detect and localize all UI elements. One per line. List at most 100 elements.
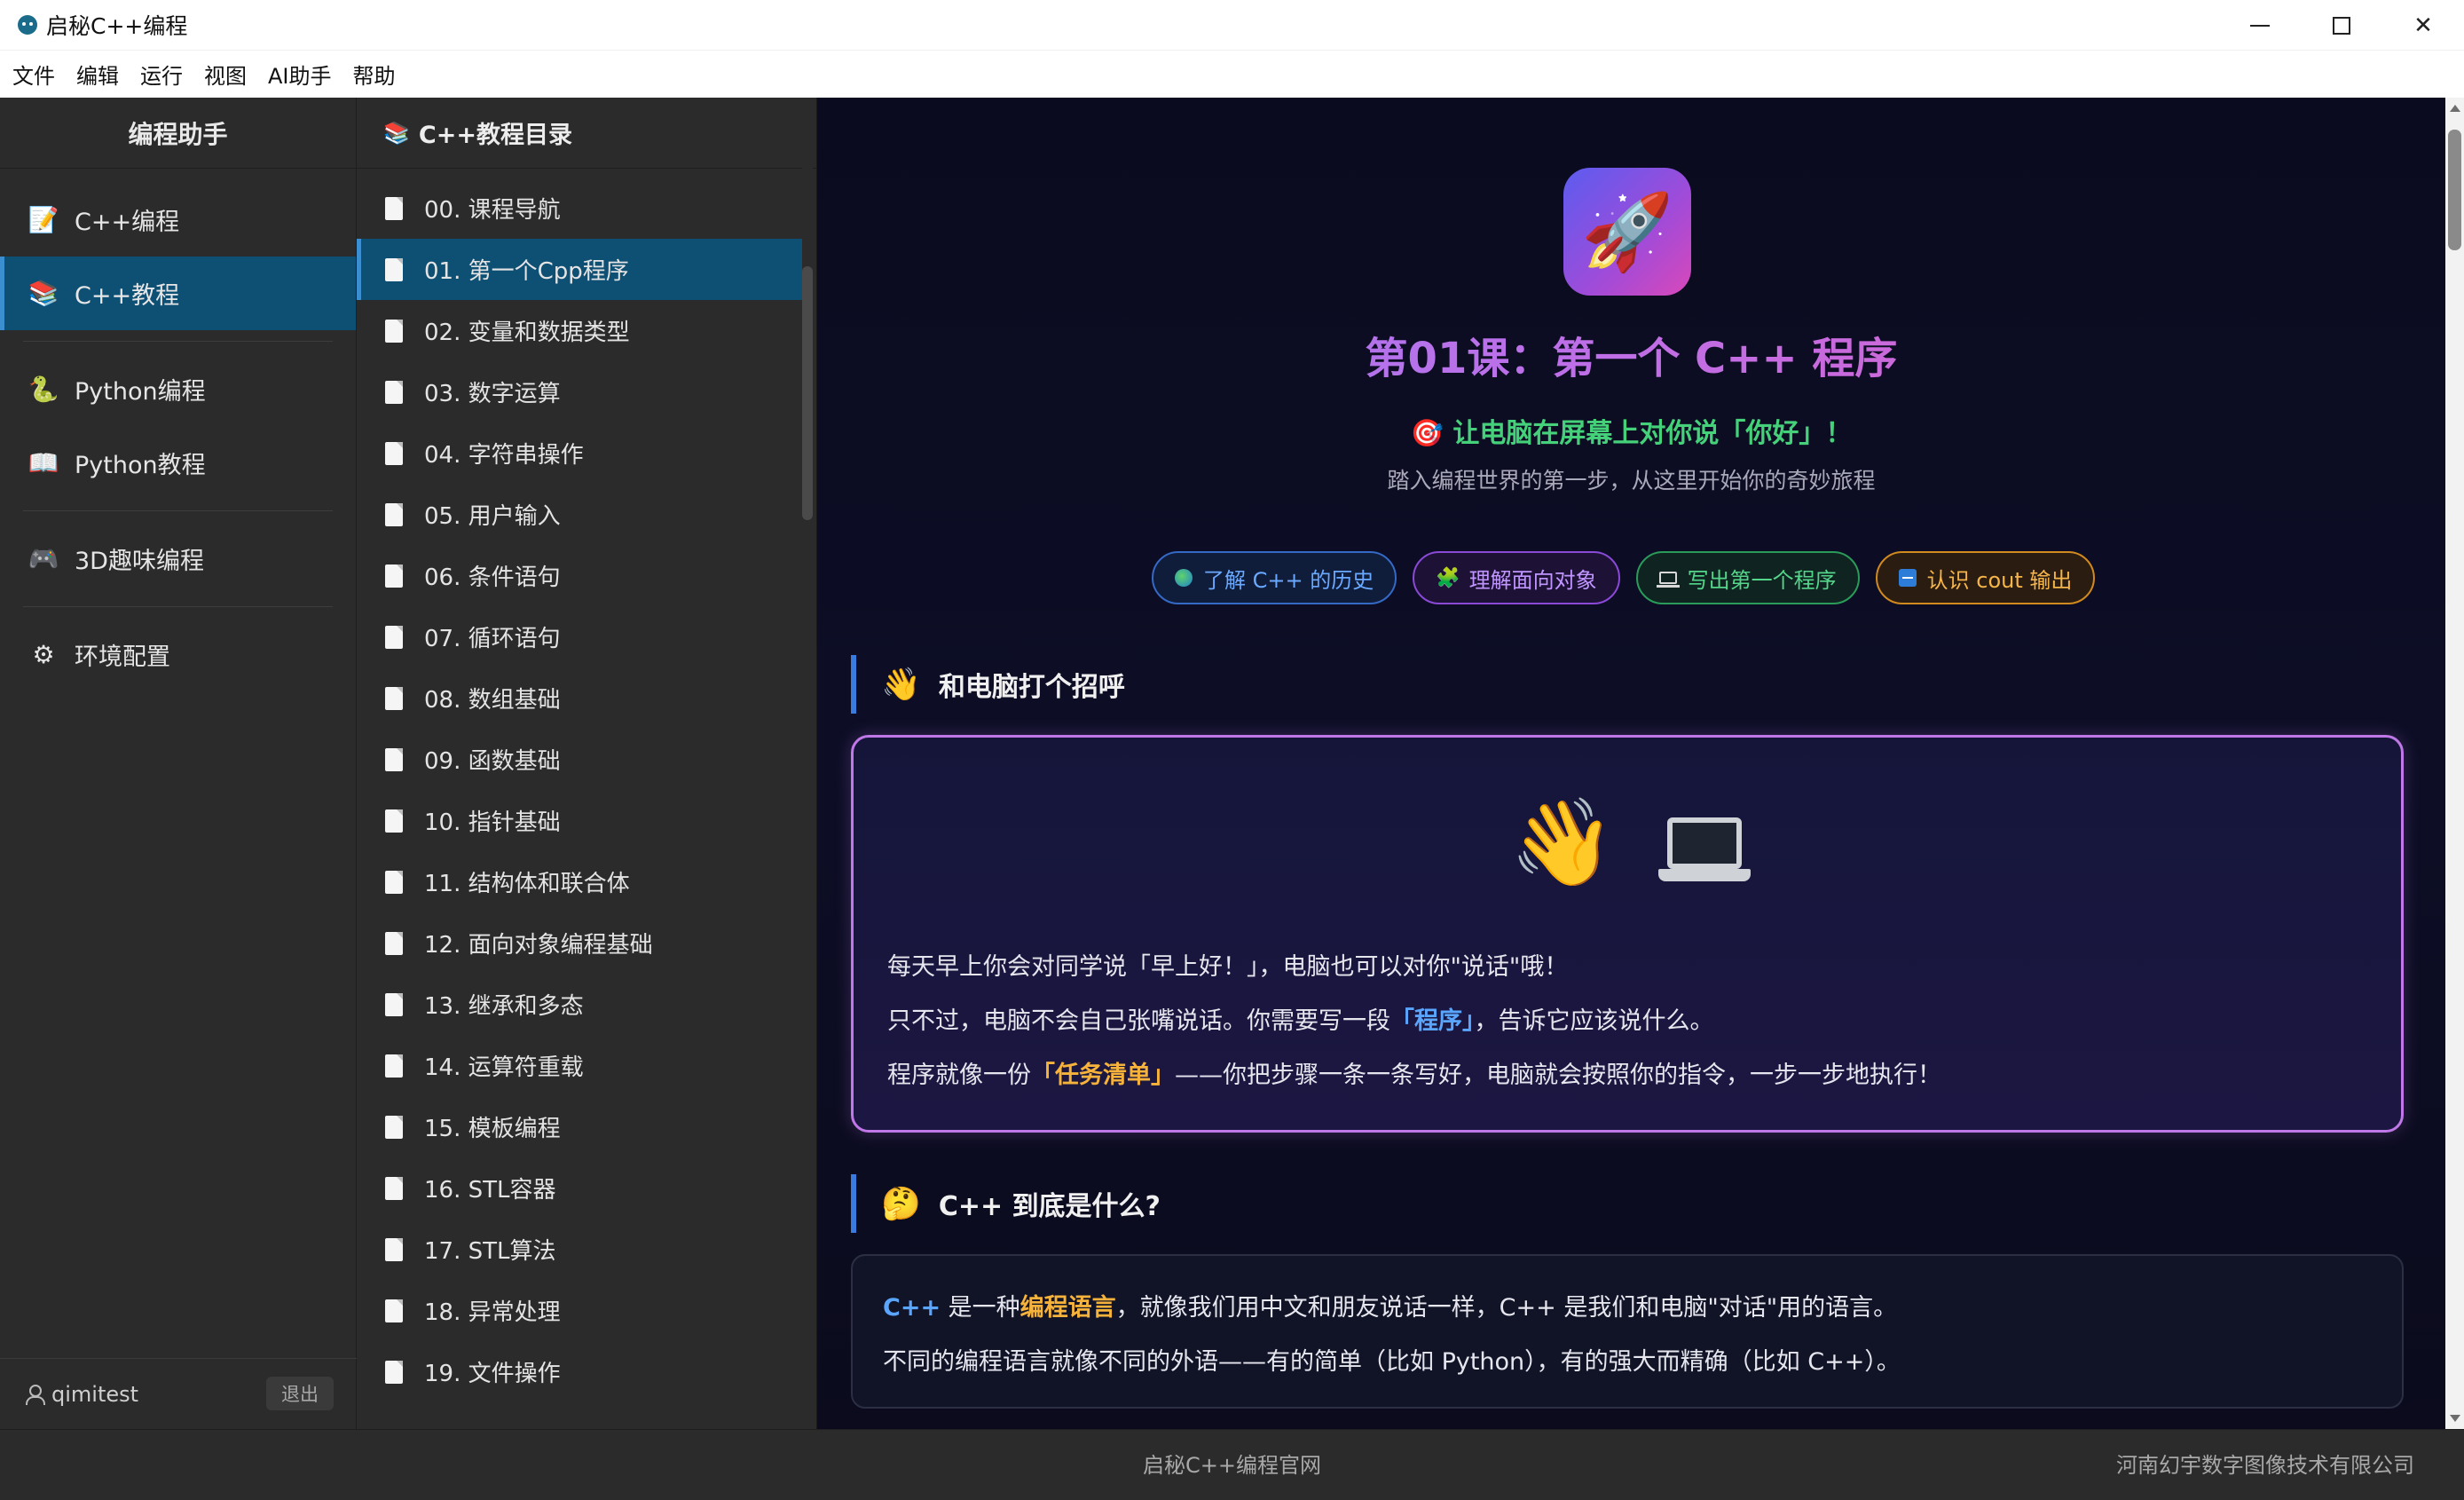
toc-item[interactable]: 15. 模板编程 — [357, 1096, 803, 1157]
card-line-text: 每天早上你会对同学说「早上好！」，电脑也可以对你"说话"哦！ — [887, 953, 1569, 981]
window-controls: ✕ — [2219, 0, 2464, 51]
toc-item-label: 18. 异常处理 — [424, 1299, 561, 1326]
logout-button[interactable]: 退出 — [266, 1377, 334, 1410]
toc-item[interactable]: 13. 继承和多态 — [357, 974, 803, 1035]
toc-item[interactable]: 17. STL算法 — [357, 1219, 803, 1280]
toc-item-label: 08. 数组基础 — [424, 687, 561, 714]
app-icon — [18, 15, 37, 35]
content-scrollbar-thumb[interactable] — [2448, 130, 2461, 250]
toc-item-label: 19. 文件操作 — [424, 1361, 561, 1387]
toc-item[interactable]: 07. 循环语句 — [357, 606, 803, 667]
section-title: 和电脑打个招呼 — [938, 672, 1125, 703]
menu-run[interactable]: 运行 — [140, 59, 183, 90]
toc-item[interactable]: 18. 异常处理 — [357, 1280, 803, 1341]
sidebar-item-label: Python教程 — [75, 452, 206, 479]
toc-item[interactable]: 02. 变量和数据类型 — [357, 300, 803, 361]
page-icon — [385, 1299, 403, 1322]
topic-tags: 了解 C++ 的历史 🧩 理解面向对象 写出第一个程序 认识 cout 输出 — [1152, 551, 2111, 604]
official-site-link[interactable]: 启秘C++编程官网 — [0, 1430, 2464, 1500]
sidebar-divider — [23, 510, 333, 511]
page-icon — [385, 502, 403, 526]
toc-item[interactable]: 01. 第一个Cpp程序 — [357, 239, 803, 300]
toc-panel: 📚 C++教程目录 00. 课程导航 01. 第一个Cpp程序 02. 变量和数… — [357, 98, 817, 1429]
sidebar-item-env-config[interactable]: ⚙ 环境配置 — [0, 618, 356, 691]
page-icon — [385, 319, 403, 343]
sidebar-item-python-programming[interactable]: 🐍 Python编程 — [0, 352, 356, 426]
sidebar-divider — [23, 606, 333, 607]
card-line-text: ，告诉它应该说什么。 — [1474, 1007, 1714, 1035]
close-button[interactable]: ✕ — [2382, 0, 2464, 51]
menu-edit[interactable]: 编辑 — [76, 59, 119, 90]
minimize-button[interactable] — [2219, 0, 2301, 51]
tag-first-program[interactable]: 写出第一个程序 — [1635, 551, 1860, 604]
page-icon — [385, 686, 403, 710]
content-scrollbar[interactable] — [2445, 98, 2464, 1429]
sidebar-item-python-tutorial[interactable]: 📖 Python教程 — [0, 426, 356, 500]
globe-icon — [1175, 569, 1193, 587]
sidebar-item-3d-programming[interactable]: 🎮 3D趣味编程 — [0, 522, 356, 596]
snake-icon: 🐍 — [28, 375, 59, 404]
card-line-text: ，就像我们用中文和朋友说话一样，C++ 是我们和电脑"对话"用的语言。 — [1115, 1294, 1898, 1322]
sidebar-item-cpp-tutorial[interactable]: 📚 C++教程 — [0, 257, 356, 330]
menu-file[interactable]: 文件 — [12, 59, 55, 90]
terminal-icon — [1898, 569, 1917, 587]
card-line: 程序就像一份「任务清单」——你把步骤一条一条写好，电脑就会按照你的指令，一步一步… — [887, 1048, 1941, 1102]
page-icon — [385, 380, 403, 404]
toc-item[interactable]: 00. 课程导航 — [357, 178, 803, 239]
toc-item[interactable]: 14. 运算符重载 — [357, 1035, 803, 1096]
title-bar: 启秘C++编程 ✕ — [0, 0, 2464, 51]
card-line: 不同的编程语言就像不同的外语——有的简单（比如 Python），有的强大而精确（… — [883, 1335, 1901, 1389]
thinking-face-icon: 🤔 — [881, 1186, 921, 1222]
toc-item[interactable]: 16. STL容器 — [357, 1157, 803, 1219]
window-title: 启秘C++编程 — [46, 13, 188, 39]
toc-item[interactable]: 03. 数字运算 — [357, 361, 803, 422]
toc-item-label: 17. STL算法 — [424, 1238, 556, 1265]
what-is-cpp-card: C++ 是一种编程语言，就像我们用中文和朋友说话一样，C++ 是我们和电脑"对话… — [851, 1254, 2404, 1409]
section-heading-greeting: 👋 和电脑打个招呼 — [851, 655, 1125, 714]
sidebar-item-cpp-programming[interactable]: 📝 C++编程 — [0, 183, 356, 257]
toc-item-label: 01. 第一个Cpp程序 — [424, 258, 629, 285]
maximize-button[interactable] — [2301, 0, 2382, 51]
menu-ai-assistant[interactable]: AI助手 — [268, 59, 332, 90]
sidebar-item-label: Python编程 — [75, 378, 206, 406]
toc-item[interactable]: 19. 文件操作 — [357, 1341, 803, 1402]
section-heading-what-is-cpp: 🤔 C++ 到底是什么? — [851, 1174, 1161, 1233]
toc-item[interactable]: 05. 用户输入 — [357, 484, 803, 545]
tag-cpp-history[interactable]: 了解 C++ 的历史 — [1152, 551, 1397, 604]
toc-item[interactable]: 11. 结构体和联合体 — [357, 851, 803, 912]
highlight-program: 「程序」 — [1390, 1007, 1475, 1035]
toc-scrollbar[interactable] — [802, 167, 813, 1427]
toc-item[interactable]: 06. 条件语句 — [357, 545, 803, 606]
toc-item[interactable]: 12. 面向对象编程基础 — [357, 912, 803, 974]
sidebar-divider — [23, 341, 333, 342]
scroll-down-icon[interactable] — [2450, 1415, 2460, 1422]
toc-item[interactable]: 10. 指针基础 — [357, 790, 803, 851]
toc-item[interactable]: 08. 数组基础 — [357, 667, 803, 729]
toc-item[interactable]: 04. 字符串操作 — [357, 422, 803, 484]
page-icon — [385, 809, 403, 833]
card-line: 只不过，电脑不会自己张嘴说话。你需要写一段「程序」，告诉它应该说什么。 — [887, 994, 1941, 1048]
sidebar-item-label: C++教程 — [75, 282, 180, 310]
gear-icon: ⚙ — [32, 640, 55, 669]
card-text: C++ 是一种编程语言，就像我们用中文和朋友说话一样，C++ 是我们和电脑"对话… — [883, 1281, 1901, 1389]
tag-cout-output[interactable]: 认识 cout 输出 — [1875, 551, 2096, 604]
laptop-screen — [1666, 817, 1742, 869]
scroll-up-icon[interactable] — [2450, 105, 2460, 112]
sidebar: 编程助手 📝 C++编程 📚 C++教程 🐍 Python编程 📖 Python… — [0, 98, 357, 1429]
tag-label: 写出第一个程序 — [1687, 567, 1837, 593]
page-icon — [385, 257, 403, 281]
toc-item[interactable]: 09. 函数基础 — [357, 729, 803, 790]
tag-oop[interactable]: 🧩 理解面向对象 — [1413, 551, 1620, 604]
page-icon — [385, 564, 403, 588]
sidebar-item-label: 3D趣味编程 — [75, 548, 204, 575]
card-line-text: 不同的编程语言就像不同的外语——有的简单（比如 Python），有的强大而精确（… — [883, 1348, 1901, 1376]
lesson-title: 第01课：第一个 C++ 程序 — [817, 323, 2445, 385]
lesson-tagline: 🎯 让电脑在屏幕上对你说「你好」！ — [1410, 418, 1853, 449]
toc-scrollbar-thumb[interactable] — [802, 266, 813, 520]
card-line-text: 程序就像一份 — [887, 1062, 1031, 1089]
menu-help[interactable]: 帮助 — [353, 59, 396, 90]
gamepad-icon: 🎮 — [28, 544, 59, 573]
menu-view[interactable]: 视图 — [204, 59, 247, 90]
tag-label: 理解面向对象 — [1468, 567, 1597, 593]
sidebar-nav: 📝 C++编程 📚 C++教程 🐍 Python编程 📖 Python教程 🎮 … — [0, 169, 356, 691]
